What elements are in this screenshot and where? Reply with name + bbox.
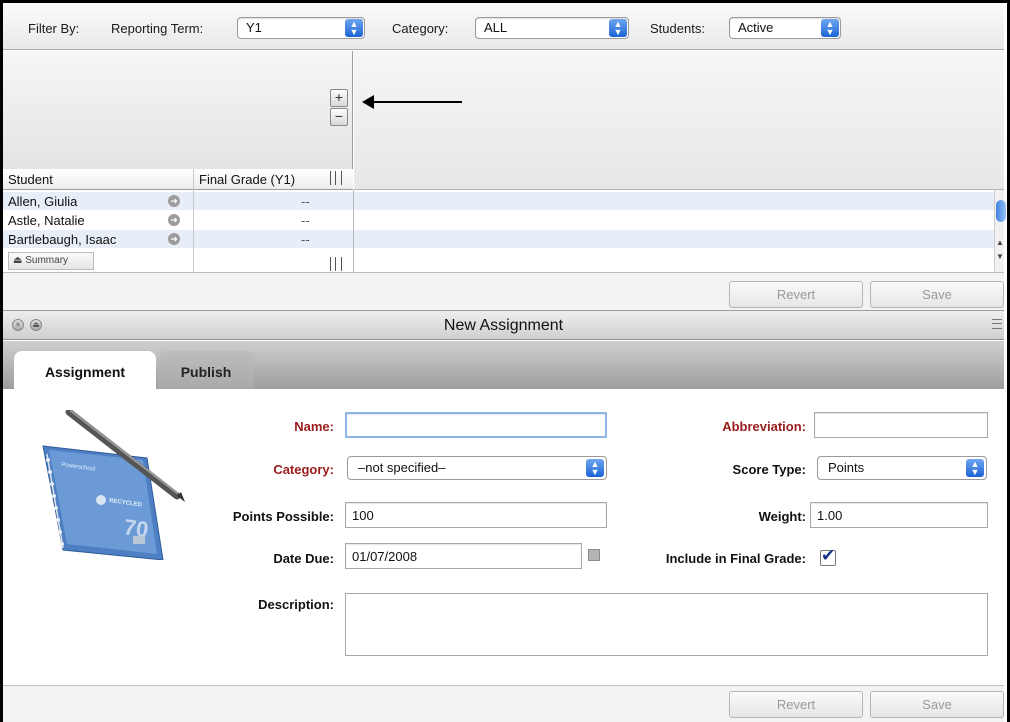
eject-icon: ⏏: [13, 255, 23, 266]
calendar-icon[interactable]: [588, 549, 600, 561]
select-arrows-icon: ▲ ▼: [821, 19, 839, 37]
include-final-grade-label: Include in Final Grade:: [665, 551, 806, 566]
assignment-window-titlebar: × ⏏ New Assignment: [3, 310, 1004, 340]
tab-bar: Assignment Publish: [3, 341, 1004, 389]
final-grade-cell: --: [301, 213, 310, 228]
students-select[interactable]: Active ▲ ▼: [729, 17, 841, 39]
column-resize-icon[interactable]: [330, 257, 342, 271]
grid-button-bar: Revert Save: [3, 272, 1004, 310]
form-save-button[interactable]: Save: [870, 691, 1004, 718]
abbreviation-label: Abbreviation:: [722, 419, 806, 434]
weight-input[interactable]: 1.00: [810, 502, 988, 528]
description-label: Description:: [258, 597, 334, 612]
category-filter-label: Category:: [392, 21, 449, 36]
grid-vertical-scrollbar[interactable]: ▲ ▼: [994, 190, 1006, 272]
weight-label: Weight:: [758, 509, 806, 524]
filter-bar: Filter By: Reporting Term: Y1 ▲ ▼ Categor…: [3, 3, 1004, 50]
column-header-student-label: Student: [8, 172, 53, 187]
student-name: Allen, Giulia: [8, 194, 78, 209]
notebook-icon: Powerschool RECYCLED 70: [42, 410, 185, 560]
go-arrow-icon[interactable]: ➜: [168, 233, 180, 245]
students-value: Active: [738, 20, 774, 35]
score-type-value: Points: [828, 460, 865, 475]
select-arrows-icon: ▲ ▼: [609, 19, 627, 37]
students-label: Students:: [650, 21, 705, 36]
summary-toggle[interactable]: ⏏ Summary: [8, 252, 94, 270]
date-due-label: Date Due:: [273, 551, 334, 566]
reporting-term-label: Reporting Term:: [111, 21, 204, 36]
include-final-grade-checkbox[interactable]: [820, 546, 836, 566]
column-header-final-grade-label: Final Grade (Y1): [199, 172, 296, 187]
scroll-up-icon[interactable]: ▲: [996, 238, 1004, 247]
grid-save-button[interactable]: Save: [870, 281, 1004, 308]
column-header-final-grade[interactable]: Final Grade (Y1): [194, 169, 353, 190]
tab-assignment[interactable]: Assignment: [14, 351, 156, 389]
annotation-arrow: [362, 95, 462, 109]
remove-column-button[interactable]: −: [330, 108, 348, 126]
points-possible-label: Points Possible:: [232, 509, 334, 524]
category-filter-value: ALL: [484, 20, 508, 35]
form-revert-button[interactable]: Revert: [729, 691, 863, 718]
category-filter-select[interactable]: ALL ▲ ▼: [475, 17, 629, 39]
add-column-button[interactable]: +: [330, 89, 348, 107]
date-due-input[interactable]: 01/07/2008: [345, 543, 582, 569]
summary-label: Summary: [25, 255, 69, 266]
final-grade-cell: --: [301, 232, 310, 247]
grid-header-left: [3, 51, 353, 169]
go-arrow-icon[interactable]: ➜: [168, 214, 180, 226]
name-input[interactable]: [345, 412, 607, 438]
score-type-select[interactable]: Points ▲ ▼: [817, 456, 987, 480]
final-grade-cell: --: [301, 194, 310, 209]
table-row[interactable]: Allen, Giulia ➜ --: [3, 192, 994, 210]
window-title: New Assignment: [443, 317, 564, 334]
grid-revert-button[interactable]: Revert: [729, 281, 863, 308]
go-arrow-icon[interactable]: ➜: [168, 195, 180, 207]
table-row[interactable]: Bartlebaugh, Isaac ➜ --: [3, 230, 994, 248]
category-label: Category:: [273, 462, 334, 477]
select-arrows-icon: ▲ ▼: [966, 459, 984, 477]
scroll-thumb[interactable]: [996, 200, 1006, 222]
column-resize-icon[interactable]: [330, 171, 342, 185]
score-type-label: Score Type:: [732, 462, 806, 477]
filter-by-label: Filter By:: [28, 21, 80, 36]
abbreviation-input[interactable]: [814, 412, 988, 438]
tab-publish[interactable]: Publish: [158, 351, 254, 389]
student-name: Astle, Natalie: [8, 213, 85, 228]
grip-icon[interactable]: [992, 319, 1002, 329]
table-row[interactable]: Astle, Natalie ➜ --: [3, 211, 994, 229]
grid-header-right: [354, 51, 1004, 190]
column-divider: [193, 169, 194, 272]
reporting-term-value: Y1: [246, 20, 262, 35]
pane-divider: [353, 190, 354, 272]
select-arrows-icon: ▲ ▼: [345, 19, 363, 37]
student-name: Bartlebaugh, Isaac: [8, 232, 117, 247]
form-button-bar: Revert Save: [3, 685, 1004, 722]
points-possible-input[interactable]: 100: [345, 502, 607, 528]
description-textarea[interactable]: [345, 593, 988, 656]
column-header-student[interactable]: Student: [3, 169, 193, 190]
category-select[interactable]: –not specified– ▲ ▼: [347, 456, 607, 480]
scroll-down-icon[interactable]: ▼: [996, 252, 1004, 261]
select-arrows-icon: ▲ ▼: [586, 459, 604, 477]
name-label: Name:: [294, 419, 334, 434]
category-value: –not specified–: [358, 460, 446, 475]
reporting-term-select[interactable]: Y1 ▲ ▼: [237, 17, 365, 39]
